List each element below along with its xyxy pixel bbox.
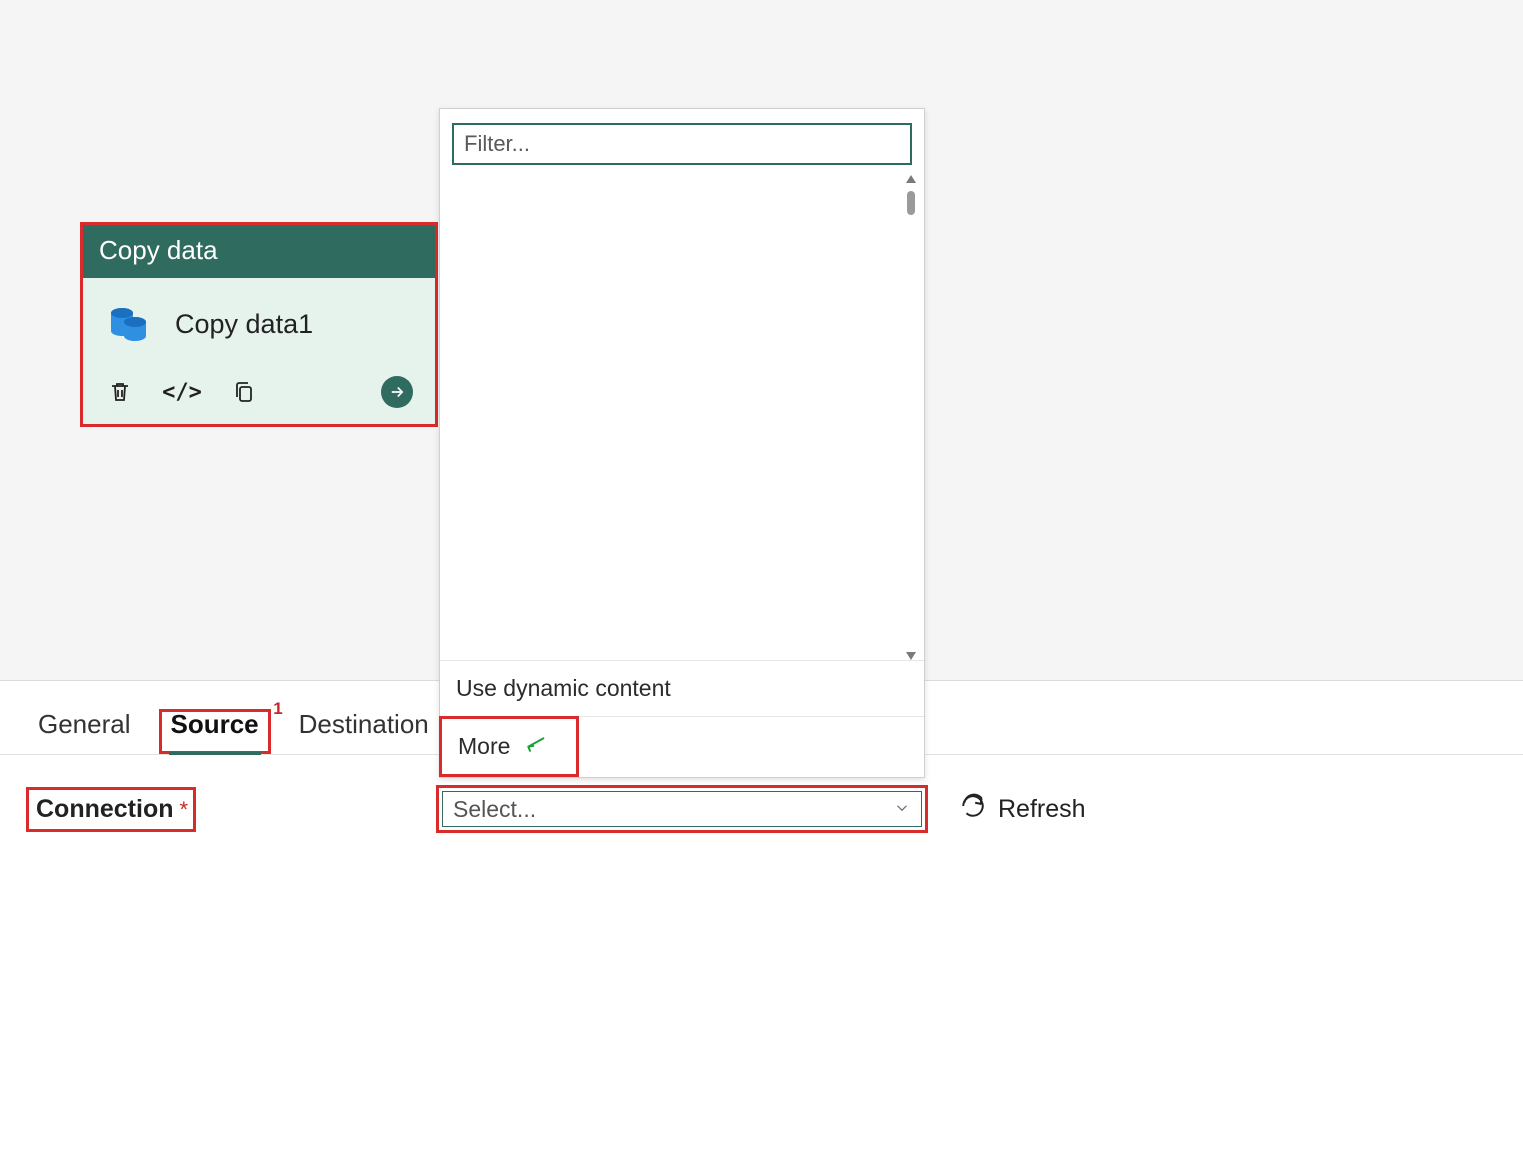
connection-label: Connection [36, 795, 174, 824]
more-item[interactable]: More [439, 716, 579, 777]
tab-source[interactable]: Source 1 [159, 709, 271, 754]
tab-general-label: General [38, 709, 131, 739]
activity-type-header: Copy data [83, 225, 435, 278]
use-dynamic-content-label: Use dynamic content [456, 675, 671, 702]
required-marker: * [180, 797, 189, 823]
filter-input[interactable] [452, 123, 912, 165]
run-arrow-icon[interactable] [381, 376, 413, 408]
code-icon[interactable]: </> [167, 377, 197, 407]
tab-source-badge: 1 [273, 699, 282, 719]
connection-dropdown-panel[interactable]: Use dynamic content More [439, 108, 925, 778]
tab-general[interactable]: General [26, 705, 143, 754]
chevron-down-icon [893, 796, 911, 823]
delete-icon[interactable] [105, 377, 135, 407]
use-dynamic-content-item[interactable]: Use dynamic content [440, 660, 924, 716]
connection-select-wrap: Select... [436, 785, 928, 833]
dropdown-scroll-area[interactable] [440, 175, 922, 660]
scroll-thumb[interactable] [907, 191, 915, 215]
refresh-button[interactable]: Refresh [960, 793, 1086, 826]
tab-destination-label: Destination [299, 709, 429, 739]
activity-instance-name: Copy data1 [175, 309, 313, 340]
tab-destination[interactable]: Destination 1 [287, 705, 441, 754]
copy-icon[interactable] [229, 377, 259, 407]
refresh-label: Refresh [998, 795, 1086, 824]
connection-label-wrap: Connection * [26, 787, 196, 832]
scrollbar[interactable] [906, 175, 916, 660]
activity-toolbar: </> [83, 366, 435, 424]
scroll-up-icon[interactable] [906, 175, 916, 183]
copy-data-activity-card[interactable]: Copy data Copy data1 [80, 222, 438, 427]
activity-body: Copy data1 [83, 278, 435, 366]
scroll-down-icon[interactable] [906, 652, 916, 660]
connection-select-placeholder: Select... [453, 796, 536, 823]
more-label: More [458, 733, 510, 760]
arrow-annotation-icon [522, 731, 548, 762]
tab-source-label: Source [171, 709, 259, 739]
refresh-icon [960, 793, 986, 826]
connection-select[interactable]: Select... [436, 785, 928, 833]
database-icon [105, 300, 153, 348]
activity-type-label: Copy data [99, 235, 218, 265]
